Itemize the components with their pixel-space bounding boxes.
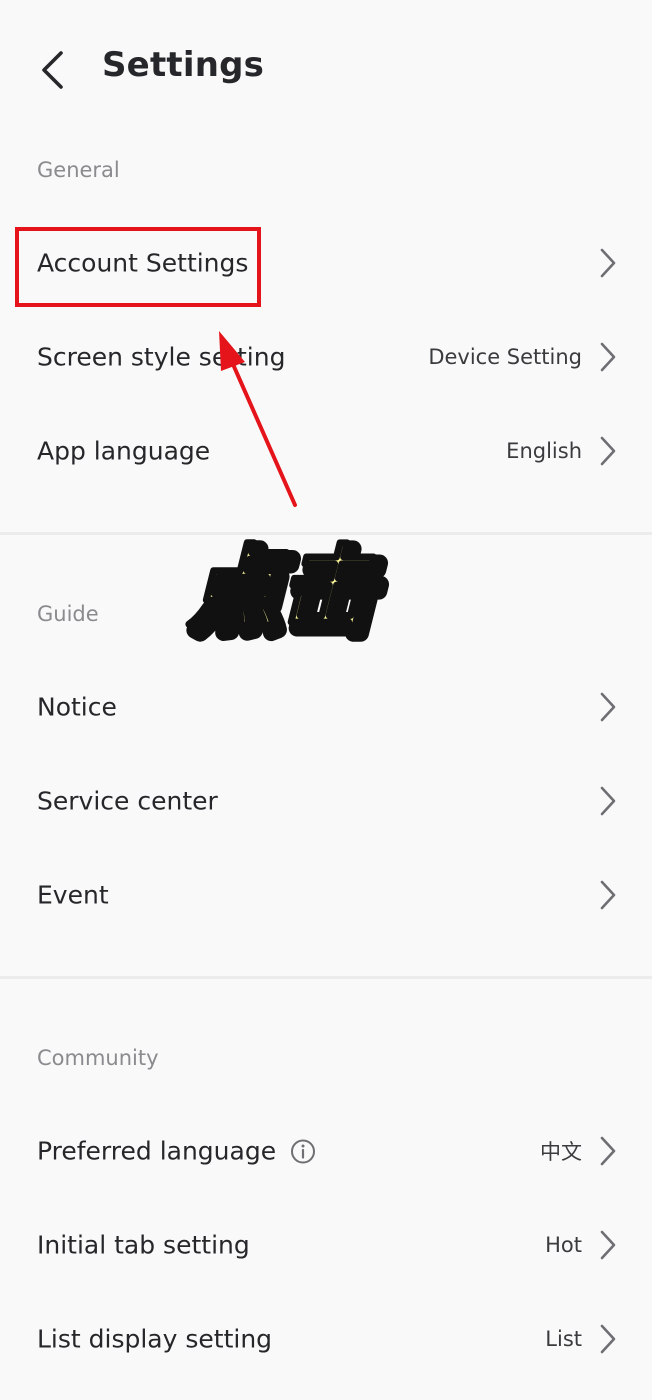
row-label: Service center (37, 786, 218, 816)
row-screen-style-setting[interactable]: Screen style setting Device Setting (0, 310, 652, 404)
chevron-right-icon (600, 1230, 616, 1260)
row-value: 中文 (540, 1140, 582, 1164)
row-value: Device Setting (428, 345, 582, 369)
row-label: List display setting (37, 1324, 273, 1354)
section-label-guide: Guide (37, 602, 99, 626)
chevron-right-icon (600, 1136, 616, 1166)
row-label-wrap: Preferred language (37, 1137, 316, 1166)
row-notice[interactable]: Notice (0, 660, 652, 754)
highlight-box (15, 227, 261, 307)
back-button[interactable] (28, 46, 76, 94)
annotation-caption: 点击 点击 (184, 533, 390, 650)
row-event[interactable]: Event (0, 848, 652, 942)
chevron-right-icon (600, 692, 616, 722)
row-label: Notice (37, 692, 117, 722)
annotation-caption-text: 点击 (186, 535, 377, 642)
settings-screen: Settings General Account Settings Screen… (0, 0, 652, 1400)
page-title: Settings (102, 45, 265, 85)
row-label: App language (37, 436, 211, 466)
info-circle-icon[interactable] (290, 1138, 316, 1164)
chevron-right-icon (600, 248, 616, 278)
chevron-right-icon (600, 342, 616, 372)
row-label: Initial tab setting (37, 1230, 250, 1260)
row-label: Screen style setting (37, 342, 286, 372)
row-value: List (545, 1327, 582, 1351)
row-preferred-language[interactable]: Preferred language 中文 (0, 1104, 652, 1198)
chevron-right-icon (600, 880, 616, 910)
row-label: Preferred language (37, 1136, 277, 1166)
chevron-right-icon (600, 436, 616, 466)
row-list-display-setting[interactable]: List display setting List (0, 1292, 652, 1386)
row-value: English (506, 439, 582, 463)
row-value: Hot (545, 1233, 582, 1257)
section-label-general: General (37, 158, 120, 182)
chevron-right-icon (600, 786, 616, 816)
header: Settings (0, 0, 652, 140)
section-label-community: Community (37, 1046, 159, 1070)
row-initial-tab-setting[interactable]: Initial tab setting Hot (0, 1198, 652, 1292)
section-divider (0, 976, 652, 979)
row-app-language[interactable]: App language English (0, 404, 652, 498)
row-label: Event (37, 880, 109, 910)
chevron-right-icon (600, 1324, 616, 1354)
chevron-left-icon (42, 51, 63, 89)
row-service-center[interactable]: Service center (0, 754, 652, 848)
